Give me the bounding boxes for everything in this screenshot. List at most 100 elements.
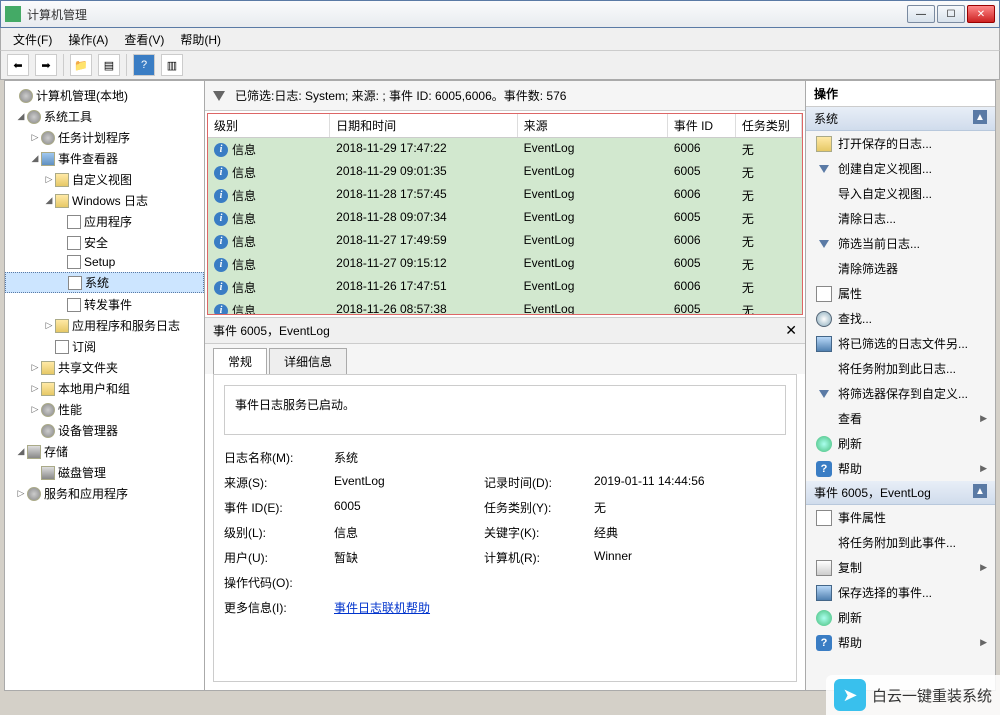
tree-systools[interactable]: 系统工具 — [44, 108, 92, 125]
close-button[interactable]: ✕ — [967, 5, 995, 23]
tab-details[interactable]: 详细信息 — [269, 348, 347, 374]
collapse-icon[interactable]: ▲ — [973, 110, 987, 124]
tree-shared[interactable]: 共享文件夹 — [58, 359, 118, 376]
col-category[interactable]: 任务类别 — [736, 114, 802, 137]
close-detail-button[interactable]: ✕ — [785, 322, 797, 339]
tree-localusers[interactable]: 本地用户和组 — [58, 380, 130, 397]
tree-application[interactable]: 应用程序 — [84, 213, 132, 230]
label-computer: 计算机(R): — [484, 549, 594, 566]
menu-file[interactable]: 文件(F) — [5, 29, 60, 50]
action-help[interactable]: ?帮助▶ — [806, 456, 995, 481]
separator — [126, 54, 127, 76]
task-icon — [816, 361, 832, 377]
help-button[interactable]: ? — [133, 54, 155, 76]
action-save-filter-as[interactable]: 将筛选器保存到自定义... — [806, 381, 995, 406]
online-help-link[interactable]: 事件日志联机帮助 — [334, 601, 430, 615]
pane-button[interactable]: ▥ — [161, 54, 183, 76]
back-button[interactable]: ⬅ — [7, 54, 29, 76]
tab-general[interactable]: 常规 — [213, 348, 267, 374]
menu-help[interactable]: 帮助(H) — [172, 29, 229, 50]
col-source[interactable]: 来源 — [518, 114, 668, 137]
value-user: 暂缺 — [334, 549, 484, 566]
services-icon — [27, 487, 41, 501]
eventviewer-icon — [41, 152, 55, 166]
tree-devmgr[interactable]: 设备管理器 — [58, 422, 118, 439]
col-date[interactable]: 日期和时间 — [330, 114, 517, 137]
tree-svcapps[interactable]: 服务和应用程序 — [44, 485, 128, 502]
action-save-filtered[interactable]: 将已筛选的日志文件另... — [806, 331, 995, 356]
event-row[interactable]: i信息2018-11-28 09:07:34EventLog6005无 — [208, 207, 802, 230]
tree-eventviewer[interactable]: 事件查看器 — [58, 150, 118, 167]
event-row[interactable]: i信息2018-11-28 17:57:45EventLog6006无 — [208, 184, 802, 207]
separator — [63, 54, 64, 76]
action-help2[interactable]: ?帮助▶ — [806, 630, 995, 655]
tree-security[interactable]: 安全 — [84, 234, 108, 251]
tree-taskscheduler[interactable]: 任务计划程序 — [58, 129, 130, 146]
tree-root[interactable]: 计算机管理(本地) — [36, 87, 128, 104]
action-attach-task-event[interactable]: 将任务附加到此事件... — [806, 530, 995, 555]
copy-icon — [816, 560, 832, 576]
event-row[interactable]: i信息2018-11-29 09:01:35EventLog6005无 — [208, 161, 802, 184]
tree-winlogs[interactable]: Windows 日志 — [72, 192, 148, 209]
event-row[interactable]: i信息2018-11-26 08:57:38EventLog6005无 — [208, 299, 802, 314]
value-computer: Winner — [594, 549, 774, 566]
collapse-icon[interactable]: ▲ — [973, 484, 987, 498]
actions-section-system[interactable]: 系统▲ — [806, 107, 995, 131]
action-open-saved[interactable]: 打开保存的日志... — [806, 131, 995, 156]
tree-storage[interactable]: 存储 — [44, 443, 68, 460]
menu-view[interactable]: 查看(V) — [116, 29, 172, 50]
forward-button[interactable]: ➡ — [35, 54, 57, 76]
tree-appsvclogs[interactable]: 应用程序和服务日志 — [72, 317, 180, 334]
info-icon: i — [214, 143, 228, 157]
info-icon: i — [214, 212, 228, 226]
action-refresh2[interactable]: 刷新 — [806, 605, 995, 630]
action-create-view[interactable]: 创建自定义视图... — [806, 156, 995, 181]
find-icon — [816, 311, 832, 327]
tree-forwarded[interactable]: 转发事件 — [84, 296, 132, 313]
save-icon — [816, 585, 832, 601]
action-clear-filter[interactable]: 清除筛选器 — [806, 256, 995, 281]
tree-system[interactable]: 系统 — [85, 274, 109, 291]
navigation-tree[interactable]: 计算机管理(本地) ◢系统工具 ▷任务计划程序 ◢事件查看器 ▷自定义视图 ◢W… — [5, 81, 205, 690]
menu-action[interactable]: 操作(A) — [60, 29, 116, 50]
event-list[interactable]: 级别 日期和时间 来源 事件 ID 任务类别 i信息2018-11-29 17:… — [207, 113, 803, 315]
label-user: 用户(U): — [224, 549, 334, 566]
info-icon: i — [214, 235, 228, 249]
refresh-icon — [816, 610, 832, 626]
value-level: 信息 — [334, 524, 484, 541]
event-row[interactable]: i信息2018-11-26 17:47:51EventLog6006无 — [208, 276, 802, 299]
watermark-text: 白云一键重装系统 — [872, 685, 992, 706]
action-import-view[interactable]: 导入自定义视图... — [806, 181, 995, 206]
action-attach-task[interactable]: 将任务附加到此日志... — [806, 356, 995, 381]
funnel-icon — [213, 91, 225, 101]
up-button[interactable]: 📁 — [70, 54, 92, 76]
action-filter-log[interactable]: 筛选当前日志... — [806, 231, 995, 256]
action-find[interactable]: 查找... — [806, 306, 995, 331]
event-row[interactable]: i信息2018-11-29 17:47:22EventLog6006无 — [208, 138, 802, 161]
tree-subscribe[interactable]: 订阅 — [72, 338, 96, 355]
maximize-button[interactable]: ☐ — [937, 5, 965, 23]
action-view[interactable]: 查看▶ — [806, 406, 995, 431]
label-moreinfo: 更多信息(I): — [224, 599, 334, 616]
col-level[interactable]: 级别 — [208, 114, 330, 137]
action-copy[interactable]: 复制▶ — [806, 555, 995, 580]
event-row[interactable]: i信息2018-11-27 17:49:59EventLog6006无 — [208, 230, 802, 253]
action-properties[interactable]: 属性 — [806, 281, 995, 306]
col-id[interactable]: 事件 ID — [668, 114, 736, 137]
value-keywords: 经典 — [594, 524, 774, 541]
actions-section-event[interactable]: 事件 6005，EventLog▲ — [806, 481, 995, 505]
props-button[interactable]: ▤ — [98, 54, 120, 76]
tree-diskmgr[interactable]: 磁盘管理 — [58, 464, 106, 481]
detail-title: 事件 6005，EventLog — [213, 322, 330, 339]
tree-customviews[interactable]: 自定义视图 — [72, 171, 132, 188]
event-row[interactable]: i信息2018-11-27 09:15:12EventLog6005无 — [208, 253, 802, 276]
properties-icon — [816, 286, 832, 302]
minimize-button[interactable]: — — [907, 5, 935, 23]
tree-setup[interactable]: Setup — [84, 255, 115, 269]
action-save-selected[interactable]: 保存选择的事件... — [806, 580, 995, 605]
action-event-props[interactable]: 事件属性 — [806, 505, 995, 530]
tree-performance[interactable]: 性能 — [58, 401, 82, 418]
action-refresh[interactable]: 刷新 — [806, 431, 995, 456]
log-icon — [67, 255, 81, 269]
action-clear-log[interactable]: 清除日志... — [806, 206, 995, 231]
